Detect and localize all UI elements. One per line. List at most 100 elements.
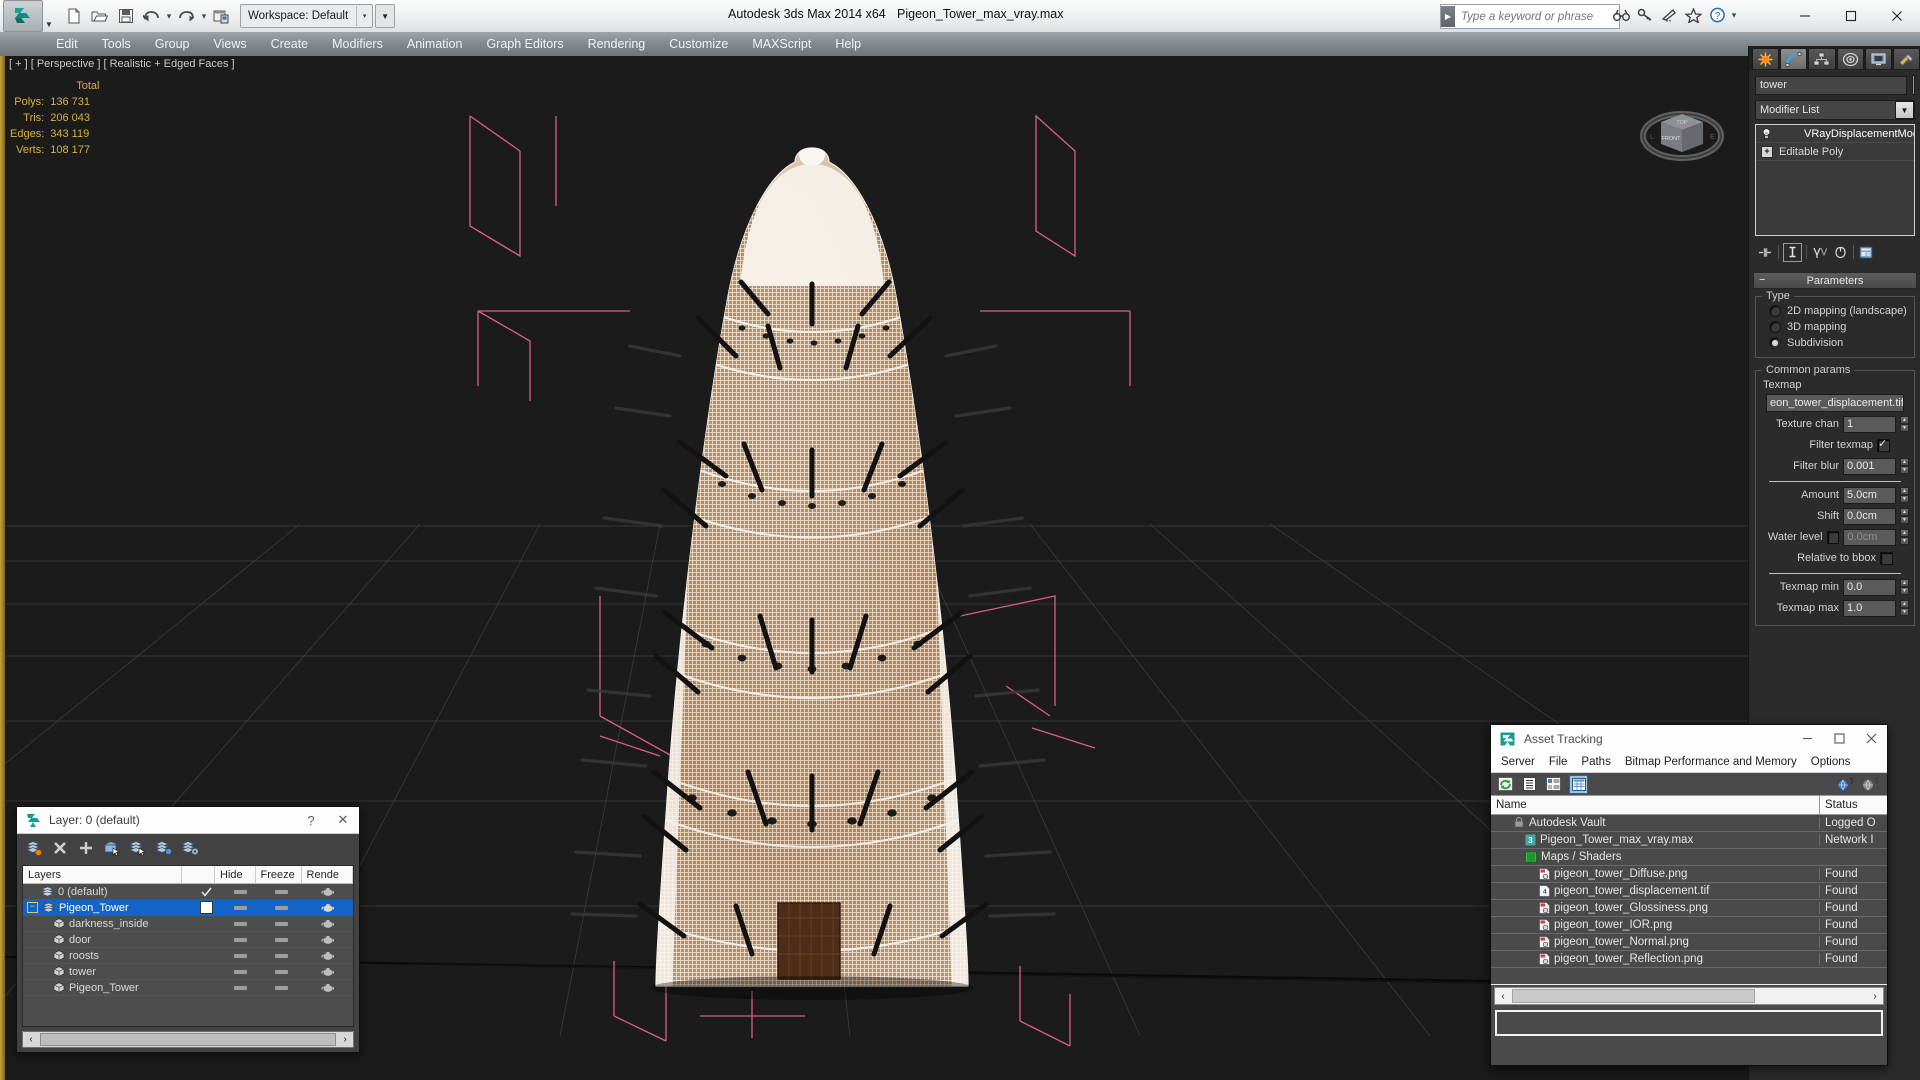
configure-sets-icon[interactable] bbox=[1858, 244, 1875, 261]
hide-toggle[interactable] bbox=[221, 921, 259, 926]
texture-channel-field[interactable]: 1 bbox=[1843, 415, 1896, 433]
plus-box-icon[interactable]: + bbox=[1761, 145, 1773, 158]
menu-item-modifiers[interactable]: Modifiers bbox=[320, 34, 395, 54]
hide-toggle[interactable] bbox=[221, 953, 259, 958]
maximize-button[interactable] bbox=[1828, 0, 1874, 31]
hide-toggle[interactable] bbox=[221, 985, 259, 990]
modify-tab[interactable] bbox=[1780, 48, 1808, 69]
binoculars-icon[interactable] bbox=[1610, 4, 1632, 26]
lightbulb-icon[interactable] bbox=[1761, 127, 1772, 140]
hide-toggle[interactable] bbox=[221, 889, 259, 894]
redo-dropdown-arrow[interactable]: ▾ bbox=[200, 11, 208, 22]
save-icon[interactable] bbox=[113, 4, 138, 29]
undo-dropdown-arrow[interactable]: ▾ bbox=[165, 11, 173, 22]
asset-tracking-title-bar[interactable]: Asset Tracking bbox=[1491, 725, 1887, 752]
menu-item-help[interactable]: Help bbox=[823, 34, 873, 54]
radio-3d-mapping[interactable]: 3D mapping bbox=[1761, 319, 1909, 335]
help-globe-icon[interactable]: ? bbox=[1836, 776, 1853, 793]
asset-horizontal-scrollbar[interactable]: ‹ › bbox=[1494, 987, 1884, 1005]
list-view-icon[interactable] bbox=[1521, 776, 1538, 793]
refresh-icon[interactable] bbox=[1497, 776, 1514, 793]
table-row[interactable]: pigeon_tower_Reflection.png Found bbox=[1491, 951, 1887, 968]
minimize-button[interactable] bbox=[1791, 726, 1823, 751]
viewcube[interactable]: L E TOP FRONT bbox=[1632, 84, 1732, 184]
chevron-down-icon[interactable]: ▼ bbox=[1895, 101, 1914, 119]
texmap-min-field[interactable]: 0.0 bbox=[1843, 578, 1896, 596]
scroll-left-icon[interactable]: ‹ bbox=[23, 1034, 39, 1045]
current-layer-checkbox[interactable] bbox=[191, 901, 221, 914]
key-icon[interactable] bbox=[1634, 4, 1656, 26]
application-menu-arrow[interactable]: ▼ bbox=[43, 0, 55, 33]
workspace-selector[interactable]: Workspace: Default ▾ bbox=[240, 4, 374, 28]
scrollbar-thumb[interactable] bbox=[1512, 989, 1755, 1003]
workspace-chevron-down-icon[interactable]: ▾ bbox=[356, 6, 372, 26]
menu-item-animation[interactable]: Animation bbox=[395, 34, 475, 54]
texmap-max-field[interactable]: 1.0 bbox=[1843, 599, 1896, 617]
table-row[interactable]: tower bbox=[23, 964, 353, 980]
table-row[interactable]: Autodesk Vault Logged O bbox=[1491, 815, 1887, 832]
set-project-icon[interactable] bbox=[209, 4, 234, 29]
table-row[interactable]: roosts bbox=[23, 948, 353, 964]
help-dropdown-arrow[interactable]: ▾ bbox=[1730, 10, 1738, 21]
create-new-layer-icon[interactable] bbox=[24, 838, 44, 858]
open-icon[interactable] bbox=[87, 4, 112, 29]
workspace-dropdown-button[interactable]: ▼ bbox=[375, 4, 396, 28]
menu-item-paths[interactable]: Paths bbox=[1575, 754, 1616, 770]
hide-toggle[interactable] bbox=[221, 969, 259, 974]
radio-button-icon-3[interactable] bbox=[1769, 337, 1781, 349]
rollout-collapse-icon[interactable]: − bbox=[1759, 275, 1765, 286]
table-row[interactable]: 0 (default) bbox=[23, 884, 353, 900]
new-icon[interactable] bbox=[61, 4, 86, 29]
water-level-checkbox[interactable] bbox=[1826, 530, 1840, 544]
freeze-toggle[interactable] bbox=[259, 905, 303, 910]
menu-item-views[interactable]: Views bbox=[201, 34, 258, 54]
asset-list[interactable]: Autodesk Vault Logged O 3 Pigeon_Tower_m… bbox=[1491, 815, 1887, 985]
grid-view-icon[interactable] bbox=[1569, 774, 1588, 794]
pin-stack-icon[interactable] bbox=[1757, 244, 1774, 261]
table-row[interactable]: 3 Pigeon_Tower_max_vray.max Network I bbox=[1491, 832, 1887, 849]
scroll-right-icon[interactable]: › bbox=[1867, 991, 1883, 1002]
select-objects-icon[interactable] bbox=[154, 838, 174, 858]
hide-toggle[interactable] bbox=[221, 937, 259, 942]
table-row[interactable]: 4 pigeon_tower_displacement.tif Found bbox=[1491, 883, 1887, 900]
star-icon[interactable] bbox=[1682, 4, 1704, 26]
freeze-toggle[interactable] bbox=[259, 969, 303, 974]
help-icon[interactable]: ? bbox=[1706, 4, 1728, 26]
menu-item-maxscript[interactable]: MAXScript bbox=[740, 34, 823, 54]
modifier-stack[interactable]: VRayDisplacementMod + Editable Poly bbox=[1755, 124, 1915, 236]
texture-channel-spinner[interactable]: ▲ ▼ bbox=[1900, 416, 1909, 432]
freeze-toggle[interactable] bbox=[259, 953, 303, 958]
motion-tab[interactable] bbox=[1836, 48, 1864, 69]
texmap-min-spinner[interactable]: ▲ ▼ bbox=[1900, 579, 1909, 595]
help-question-icon[interactable]: ? bbox=[1861, 776, 1878, 793]
menu-item-server[interactable]: Server bbox=[1495, 754, 1541, 770]
close-button[interactable] bbox=[1874, 0, 1920, 31]
parameters-rollout-header[interactable]: − Parameters bbox=[1753, 272, 1917, 289]
redo-icon[interactable] bbox=[174, 4, 199, 29]
search-box[interactable]: ▶ bbox=[1440, 4, 1620, 29]
show-end-result-icon[interactable] bbox=[1783, 242, 1802, 262]
layer-horizontal-scrollbar[interactable]: ‹ › bbox=[22, 1031, 354, 1048]
filter-blur-spinner[interactable]: ▲ ▼ bbox=[1900, 458, 1909, 474]
undo-icon[interactable] bbox=[139, 4, 164, 29]
help-button[interactable]: ? bbox=[295, 808, 327, 833]
column-status[interactable]: Status bbox=[1819, 796, 1887, 814]
table-row[interactable]: pigeon_tower_IOR.png Found bbox=[1491, 917, 1887, 934]
table-row[interactable]: − Pigeon_Tower bbox=[23, 900, 353, 916]
menu-item-graph-editors[interactable]: Graph Editors bbox=[474, 34, 575, 54]
search-input[interactable] bbox=[1455, 9, 1619, 24]
modifier-list-dropdown[interactable]: Modifier List ▼ bbox=[1755, 100, 1915, 120]
amount-spinner[interactable]: ▲ ▼ bbox=[1900, 487, 1909, 503]
filter-texmap-checkbox[interactable] bbox=[1877, 437, 1890, 452]
filter-blur-field[interactable]: 0.001 bbox=[1843, 457, 1896, 475]
delete-layer-icon[interactable] bbox=[50, 838, 70, 858]
menu-item-customize[interactable]: Customize bbox=[657, 34, 740, 54]
scroll-right-icon[interactable]: › bbox=[337, 1034, 353, 1045]
add-selection-icon[interactable] bbox=[76, 838, 96, 858]
display-tab[interactable] bbox=[1864, 48, 1892, 69]
layer-list[interactable]: Layers Hide Freeze Rende 0 (default) − P… bbox=[22, 865, 354, 1027]
radio-subdivision[interactable]: Subdivision bbox=[1761, 335, 1909, 351]
texmap-button[interactable]: eon_tower_displacement.tif) bbox=[1766, 394, 1904, 412]
modifier-stack-item-editable-poly[interactable]: + Editable Poly bbox=[1756, 143, 1914, 161]
table-row[interactable]: pigeon_tower_Glossiness.png Found bbox=[1491, 900, 1887, 917]
